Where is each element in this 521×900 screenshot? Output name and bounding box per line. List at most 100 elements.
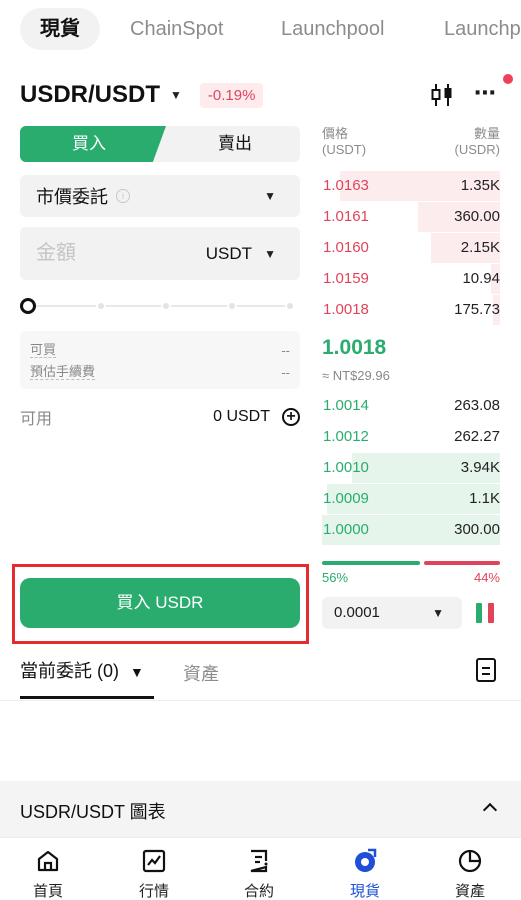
slider-step-50[interactable] <box>161 301 171 311</box>
precision-value: 0.0001 <box>334 604 380 621</box>
info-icon[interactable]: i <box>116 189 130 203</box>
sell-ratio-fill <box>423 561 500 565</box>
open-orders-label: 當前委託 (0) <box>20 661 119 681</box>
slider-step-75[interactable] <box>227 301 237 311</box>
ask-row[interactable]: 1.0160 2.15K <box>322 233 500 264</box>
home-icon <box>37 850 59 872</box>
nav-home[interactable]: 首頁 <box>8 848 88 900</box>
more-icon[interactable]: ⋯ <box>474 80 497 106</box>
nav-contract[interactable]: 合約 <box>219 848 299 900</box>
bid-row[interactable]: 1.0010 3.94K <box>322 453 500 484</box>
bid-row[interactable]: 1.0014 263.08 <box>322 391 500 422</box>
fee-value: -- <box>281 364 290 380</box>
nav-spot[interactable]: 現貨 <box>325 848 405 900</box>
bid-price: 1.0012 <box>323 428 369 445</box>
fee-label: 預估手續費 <box>30 364 96 380</box>
chevron-up-icon <box>482 802 498 818</box>
order-type-select[interactable]: 市價委託 i ▼ <box>20 175 300 217</box>
ask-qty: 2.15K <box>460 239 500 256</box>
tab-launchpad[interactable]: Launchpad <box>444 8 521 50</box>
bid-price: 1.0000 <box>323 521 369 538</box>
available-balance: 可用 0 USDT + <box>20 406 300 428</box>
bid-qty: 1.1K <box>469 490 500 507</box>
chart-section-toggle[interactable]: USDR/USDT 圖表 <box>0 781 521 837</box>
order-estimate-box: 可買 -- 預估手續費 -- <box>20 331 300 389</box>
bid-qty: 300.00 <box>454 521 500 538</box>
buyable-value: -- <box>281 342 290 358</box>
price-unit: (USDT) <box>322 142 367 157</box>
bottom-nav: 首頁 行情 合約 現貨 資產 <box>0 837 521 900</box>
caret-down-icon: ▼ <box>170 88 182 102</box>
qty-unit: (USDR) <box>454 142 501 157</box>
tab-launchpool[interactable]: Launchpool <box>281 8 384 50</box>
ask-row[interactable]: 1.0161 360.00 <box>322 202 500 233</box>
buy-submit-button[interactable]: 買入 USDR <box>20 578 300 628</box>
ask-row[interactable]: 1.0018 175.73 <box>322 295 500 326</box>
bid-row[interactable]: 1.0000 300.00 <box>322 515 500 546</box>
tab-open-orders[interactable]: 當前委託 (0) ▼ <box>20 657 144 683</box>
amount-slider[interactable] <box>20 296 300 316</box>
nav-assets-label: 資產 <box>454 883 485 900</box>
buy-ratio-fill <box>322 561 420 565</box>
tab-chainspot[interactable]: ChainSpot <box>130 8 223 50</box>
nav-spot-label: 現貨 <box>349 883 380 900</box>
amount-unit-select[interactable]: USDT <box>206 244 252 264</box>
nav-assets[interactable]: 資產 <box>430 848 510 900</box>
buy-sell-ratio-bar <box>322 561 500 565</box>
bid-row[interactable]: 1.0012 262.27 <box>322 422 500 453</box>
tab-assets[interactable]: 資產 <box>183 660 219 686</box>
bid-price: 1.0014 <box>323 397 369 414</box>
last-price: 1.0018 <box>322 336 387 359</box>
ask-row[interactable]: 1.0163 1.35K <box>322 171 500 202</box>
ask-qty: 10.94 <box>462 270 500 287</box>
bid-qty: 263.08 <box>454 397 500 414</box>
precision-select[interactable]: 0.0001 ▼ <box>322 597 462 629</box>
caret-down-icon: ▼ <box>264 246 276 261</box>
buy-sell-toggle: 買入 賣出 <box>20 126 300 162</box>
tab-spot[interactable]: 現貨 <box>20 8 100 50</box>
candlestick-chart-icon[interactable] <box>430 82 454 108</box>
buy-tab[interactable]: 買入 <box>20 126 166 162</box>
ask-row[interactable]: 1.0159 10.94 <box>322 264 500 295</box>
ask-price: 1.0160 <box>323 239 369 256</box>
ask-price: 1.0161 <box>323 208 369 225</box>
available-value: 0 USDT <box>213 408 270 425</box>
nav-market[interactable]: 行情 <box>114 848 194 900</box>
ask-price: 1.0018 <box>323 301 369 318</box>
fiat-price: ≈ NT$29.96 <box>322 368 390 383</box>
nav-home-label: 首頁 <box>32 883 63 900</box>
order-history-icon[interactable] <box>476 658 496 682</box>
slider-step-100[interactable] <box>285 301 295 311</box>
ask-qty: 1.35K <box>460 177 500 194</box>
contract-icon <box>250 849 268 873</box>
ask-price: 1.0159 <box>323 270 369 287</box>
top-tab-bar: 現貨 ChainSpot Launchpool Launchpad <box>0 0 521 60</box>
sell-ratio-text: 44% <box>473 570 500 585</box>
amount-field: USDT ▼ <box>20 227 300 280</box>
price-header: 價格 <box>322 126 349 141</box>
notification-dot <box>503 74 513 84</box>
bid-qty: 262.27 <box>454 428 500 445</box>
bid-row[interactable]: 1.0009 1.1K <box>322 484 500 515</box>
buy-ratio-text: 56% <box>322 570 349 585</box>
caret-down-icon: ▼ <box>432 606 444 620</box>
slider-knob[interactable] <box>20 298 36 314</box>
slider-step-25[interactable] <box>96 301 106 311</box>
pair-name: USDR/USDT <box>20 81 161 108</box>
deposit-plus-icon[interactable]: + <box>282 408 300 426</box>
nav-market-label: 行情 <box>138 883 169 900</box>
orderbook-layout-icon[interactable] <box>476 603 494 623</box>
available-label: 可用 <box>20 411 53 428</box>
spot-icon <box>355 848 377 872</box>
amount-input[interactable] <box>36 242 186 265</box>
buyable-label: 可買 <box>30 342 57 358</box>
qty-header: 數量 <box>473 126 500 141</box>
pair-selector[interactable]: USDR/USDT ▼ -0.19% <box>20 78 264 112</box>
bid-price: 1.0010 <box>323 459 369 476</box>
nav-contract-label: 合約 <box>243 883 274 900</box>
order-type-label: 市價委託 <box>36 187 108 207</box>
active-tab-underline <box>20 696 154 699</box>
price-change-badge: -0.19% <box>199 82 264 108</box>
market-icon <box>142 849 166 873</box>
sell-tab[interactable]: 賣出 <box>170 126 300 162</box>
